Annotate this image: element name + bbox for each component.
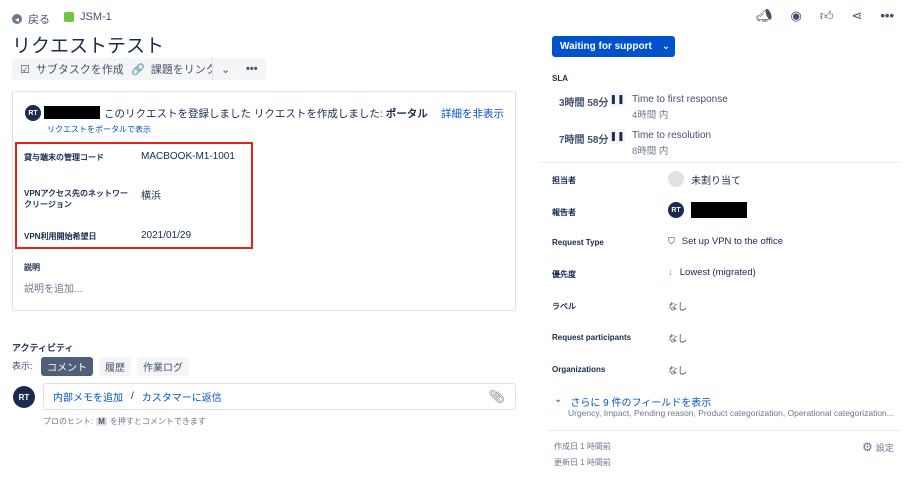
divider (547, 430, 900, 431)
shield-icon: ⛉ (668, 236, 675, 246)
created-date: 作成日 1 時間前 (554, 442, 611, 451)
back-link[interactable]: ◂ 戻る (12, 11, 50, 27)
show-more-fields-button[interactable]: ⌄ さらに 9 件のフィールドを表示 (554, 394, 711, 409)
user-avatar-icon (668, 171, 684, 187)
separator: / (131, 391, 134, 402)
labels-label: ラベル (552, 302, 576, 311)
page-title[interactable]: リクエストテスト (12, 31, 164, 58)
hint-prefix: プロのヒント: (43, 417, 94, 426)
divider (540, 162, 900, 163)
view-portal-link[interactable]: リクエストをポータルで表示 (47, 124, 151, 135)
redacted-name (44, 106, 100, 119)
assignee-value: 未割り当て (691, 175, 741, 187)
back-label: 戻る (28, 14, 50, 26)
sla-goal: 8時間 内 (632, 146, 669, 157)
avatar: RT (13, 386, 35, 408)
link-issue-button[interactable]: 🔗 課題をリンク (123, 58, 225, 80)
redacted-name (691, 202, 747, 218)
field-value[interactable]: MACBOOK-M1-1001 (141, 151, 235, 162)
settings-label: 設定 (875, 442, 894, 453)
more-icon: ••• (246, 63, 258, 75)
tab-comments[interactable]: コメント (41, 357, 93, 376)
more-icon[interactable]: ••• (880, 8, 894, 24)
request-type-field[interactable]: ⛉ Set up VPN to the office (668, 236, 783, 247)
pause-icon: ❚❚ (609, 129, 625, 144)
request-type-value: Set up VPN to the office (681, 236, 783, 247)
participants-label: Request participants (552, 333, 632, 342)
pause-icon: ❚❚ (609, 92, 625, 107)
status-label: Waiting for support (560, 41, 652, 52)
settings-button[interactable]: ⚙ 設定 (862, 440, 894, 454)
hidden-fields-list: Urgency, Impact, Pending reason, Product… (568, 408, 894, 418)
description-input[interactable]: 説明を追加... (24, 280, 82, 295)
request-channel: ポータル (385, 108, 428, 120)
field-label: VPNアクセス先のネットワークリージョン (24, 189, 129, 209)
show-more-label: さらに 9 件のフィールドを表示 (570, 398, 712, 409)
priority-field[interactable]: ↓ Lowest (migrated) (668, 267, 756, 278)
priority-value: Lowest (migrated) (679, 267, 756, 278)
field-label: VPN利用開始希望日 (24, 232, 97, 241)
reporter-field[interactable]: RT (668, 202, 747, 218)
tab-history[interactable]: 履歴 (99, 357, 131, 376)
request-type-label: Request Type (552, 238, 604, 247)
paperclip-icon[interactable]: 📎︎ (488, 389, 505, 405)
hint-key: M (96, 417, 107, 426)
link-dropdown-button[interactable]: ⌄ (212, 58, 239, 80)
activity-title: アクティビティ (12, 343, 74, 353)
chevron-down-icon: ⌄ (661, 41, 671, 52)
sla-name: Time to first response (632, 94, 728, 105)
issue-type-icon (64, 12, 74, 22)
assignee-label: 担当者 (552, 176, 576, 185)
gear-icon: ⚙ (862, 440, 873, 454)
arrow-left-icon: ◂ (12, 14, 22, 24)
show-label: 表示: (12, 361, 33, 371)
field-label: 貸与端末の管理コード (24, 153, 104, 162)
status-button[interactable]: Waiting for support ⌄ (552, 36, 675, 57)
add-internal-note-button[interactable]: 内部メモを追加 (53, 389, 123, 404)
more-actions-button[interactable]: ••• (238, 58, 266, 80)
sla-remaining: 3時間 58分 (559, 98, 609, 109)
comment-box: 内部メモを追加 / カスタマーに返信 📎︎ (43, 383, 516, 410)
tab-worklog[interactable]: 作業ログ (137, 357, 189, 376)
description-label: 説明 (24, 263, 40, 272)
share-icon[interactable]: ⋖ (851, 8, 862, 24)
organizations-value[interactable]: なし (668, 363, 687, 377)
hint-suffix: を押すとコメントできます (109, 417, 206, 426)
request-message: このリクエストを登録しました リクエストを作成しました: (104, 108, 383, 120)
issue-key: JSM-1 (80, 11, 112, 23)
link-icon: 🔗 (131, 63, 145, 76)
labels-value[interactable]: なし (668, 299, 687, 313)
organizations-label: Organizations (552, 365, 606, 374)
avatar: RT (668, 202, 684, 218)
avatar: RT (25, 105, 41, 121)
subtask-icon: ☑ (20, 63, 30, 76)
assignee-field[interactable]: 未割り当て (668, 171, 741, 187)
sla-title: SLA (552, 74, 568, 83)
reply-to-customer-button[interactable]: カスタマーに返信 (142, 389, 222, 404)
priority-label: 優先度 (552, 270, 576, 279)
sla-goal: 4時間 内 (632, 110, 669, 121)
link-issue-label: 課題をリンク (150, 64, 217, 76)
sla-name: Time to resolution (632, 130, 712, 141)
sla-remaining: 7時間 58分 (559, 135, 609, 146)
field-value[interactable]: 横浜 (141, 187, 161, 202)
reporter-label: 報告者 (552, 208, 576, 217)
field-value[interactable]: 2021/01/29 (141, 230, 191, 241)
subtask-label: サブタスクを作成 (35, 64, 124, 76)
updated-date: 更新日 1 時間前 (554, 458, 611, 467)
chevron-down-icon: ⌄ (554, 394, 563, 405)
arrow-down-icon: ↓ (668, 267, 673, 278)
hide-details-link[interactable]: 詳細を非表示 (441, 106, 504, 121)
feedback-megaphone-icon[interactable]: 📣︎ (756, 8, 773, 24)
chevron-down-icon: ⌄ (221, 63, 231, 76)
participants-value[interactable]: なし (668, 331, 687, 345)
create-subtask-button[interactable]: ☑ サブタスクを作成 (12, 58, 132, 80)
issue-key-link[interactable]: JSM-1 (64, 11, 112, 23)
watch-eye-icon[interactable]: ◉ (791, 8, 802, 24)
vote-thumbs-up-icon[interactable]: 👍︎ (820, 8, 834, 24)
